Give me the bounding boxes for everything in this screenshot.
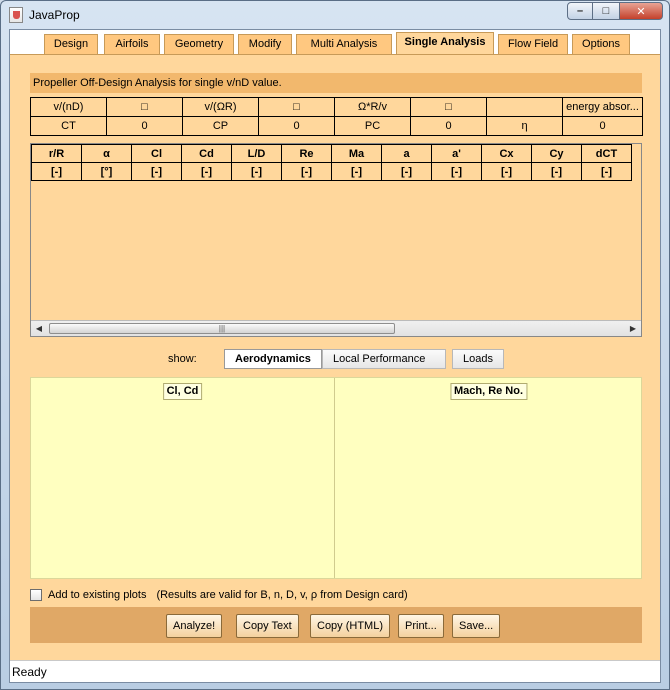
- input-omega-r-v[interactable]: □: [410, 97, 487, 117]
- scrollbar-thumb[interactable]: |||: [49, 323, 395, 334]
- col-header[interactable]: r/R: [31, 144, 82, 163]
- java-app-icon: [9, 7, 23, 23]
- input-v-nd[interactable]: □: [106, 97, 183, 117]
- col-unit: [-]: [181, 162, 232, 181]
- value-cp: 0: [258, 116, 335, 136]
- tab-modify[interactable]: Modify: [238, 34, 292, 54]
- title-bar[interactable]: JavaProp – □ ✕: [1, 1, 669, 29]
- window-controls: – □ ✕: [567, 2, 663, 20]
- label-omega-r-v: Ω*R/v: [334, 97, 411, 117]
- col-unit: [-]: [231, 162, 282, 181]
- value-eta: 0: [562, 116, 643, 136]
- col-header[interactable]: Cl: [131, 144, 182, 163]
- col-unit: [-]: [481, 162, 532, 181]
- col-header[interactable]: Re: [281, 144, 332, 163]
- validity-note: (Results are valid for B, n, D, v, ρ fro…: [156, 589, 408, 601]
- copy-text-button[interactable]: Copy Text: [236, 614, 299, 638]
- scroll-right-arrow-icon[interactable]: ▶: [625, 321, 641, 336]
- col-unit: [-]: [131, 162, 182, 181]
- results-table-scrollpane[interactable]: r/R α Cl Cd L/D Re Ma a a' Cx Cy dCT [-]…: [30, 143, 642, 337]
- maximize-button[interactable]: □: [593, 2, 619, 20]
- app-window: JavaProp – □ ✕ Design Airfoils Geometry …: [0, 0, 670, 690]
- col-unit: [-]: [281, 162, 332, 181]
- col-header[interactable]: L/D: [231, 144, 282, 163]
- action-button-bar: Analyze! Copy Text Copy (HTML) Print... …: [30, 607, 642, 643]
- tab-flow-field[interactable]: Flow Field: [498, 34, 568, 54]
- tab-multi-analysis[interactable]: Multi Analysis: [296, 34, 392, 54]
- input-v-omega-r[interactable]: □: [258, 97, 335, 117]
- subtab-aerodynamics[interactable]: Aerodynamics: [224, 349, 322, 369]
- col-header[interactable]: a: [381, 144, 432, 163]
- plots-area: Cl, Cd Mach, Re No.: [30, 377, 642, 579]
- single-analysis-panel: Propeller Off-Design Analysis for single…: [10, 54, 660, 668]
- label-pc: PC: [334, 116, 411, 136]
- print-button[interactable]: Print...: [398, 614, 444, 638]
- col-header[interactable]: a': [431, 144, 482, 163]
- label-eta: η: [486, 116, 563, 136]
- tab-airfoils[interactable]: Airfoils: [104, 34, 160, 54]
- energy-absorption-selector[interactable]: energy absor...: [562, 97, 643, 117]
- label-cp: CP: [182, 116, 259, 136]
- tab-design[interactable]: Design: [44, 34, 98, 54]
- parameter-grid: v/(nD) □ v/(ΩR) □ Ω*R/v □ energy absor..…: [30, 97, 643, 136]
- main-tab-strip: Design Airfoils Geometry Modify Multi An…: [10, 30, 660, 54]
- empty-cell: [486, 97, 563, 117]
- tab-single-analysis[interactable]: Single Analysis: [396, 32, 494, 54]
- col-unit: [-]: [431, 162, 482, 181]
- col-unit: [-]: [381, 162, 432, 181]
- minimize-button[interactable]: –: [567, 2, 593, 20]
- value-ct: 0: [106, 116, 183, 136]
- col-unit: [°]: [81, 162, 132, 181]
- col-header[interactable]: dCT: [581, 144, 632, 163]
- results-header-row: r/R α Cl Cd L/D Re Ma a a' Cx Cy dCT: [31, 144, 632, 163]
- col-header[interactable]: Cx: [481, 144, 532, 163]
- tab-geometry[interactable]: Geometry: [164, 34, 234, 54]
- window-title: JavaProp: [29, 8, 80, 22]
- col-header[interactable]: α: [81, 144, 132, 163]
- cl-cd-plot-title: Cl, Cd: [162, 383, 203, 400]
- results-table: r/R α Cl Cd L/D Re Ma a a' Cx Cy dCT [-]…: [31, 144, 632, 181]
- col-header[interactable]: Cd: [181, 144, 232, 163]
- col-unit: [-]: [531, 162, 582, 181]
- cl-cd-plot[interactable]: Cl, Cd: [31, 378, 335, 578]
- label-v-nd: v/(nD): [30, 97, 107, 117]
- col-unit: [-]: [331, 162, 382, 181]
- col-header[interactable]: Ma: [331, 144, 382, 163]
- value-pc: 0: [410, 116, 487, 136]
- label-v-omega-r: v/(ΩR): [182, 97, 259, 117]
- save-button[interactable]: Save...: [452, 614, 501, 638]
- scroll-left-arrow-icon[interactable]: ◀: [31, 321, 47, 336]
- param-row-results: CT 0 CP 0 PC 0 η 0: [30, 116, 643, 136]
- tab-options[interactable]: Options: [572, 34, 630, 54]
- analyze-button[interactable]: Analyze!: [166, 614, 223, 638]
- col-unit: [-]: [31, 162, 82, 181]
- label-ct: CT: [30, 116, 107, 136]
- mach-re-plot-title: Mach, Re No.: [449, 383, 528, 400]
- mach-re-plot[interactable]: Mach, Re No.: [336, 378, 641, 578]
- subtab-local-performance[interactable]: Local Performance: [322, 349, 446, 369]
- panel-heading: Propeller Off-Design Analysis for single…: [30, 73, 642, 93]
- add-to-existing-checkbox[interactable]: [30, 589, 42, 601]
- subtab-loads[interactable]: Loads: [452, 349, 504, 369]
- col-header[interactable]: Cy: [531, 144, 582, 163]
- show-label: show:: [168, 353, 197, 365]
- close-button[interactable]: ✕: [619, 2, 663, 20]
- status-bar: Ready: [10, 660, 660, 682]
- results-units-row: [-] [°] [-] [-] [-] [-] [-] [-] [-] [-] …: [31, 162, 632, 181]
- add-to-existing-row: Add to existing plots (Results are valid…: [30, 587, 408, 603]
- param-row-inputs: v/(nD) □ v/(ΩR) □ Ω*R/v □ energy absor..…: [30, 97, 643, 117]
- horizontal-scrollbar[interactable]: ◀ ||| ▶: [31, 320, 641, 336]
- add-to-existing-label[interactable]: Add to existing plots: [48, 589, 146, 601]
- client-area: Design Airfoils Geometry Modify Multi An…: [9, 29, 661, 683]
- copy-html-button[interactable]: Copy (HTML): [310, 614, 391, 638]
- col-unit: [-]: [581, 162, 632, 181]
